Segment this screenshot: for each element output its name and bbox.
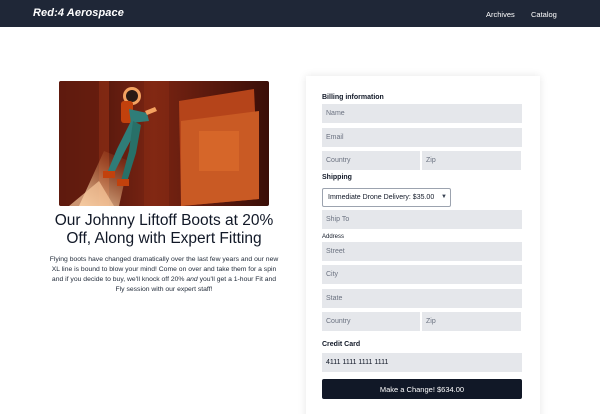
hero-illustration [59, 81, 269, 206]
state-input[interactable]: State [322, 289, 522, 308]
street-input[interactable]: Street [322, 242, 522, 261]
nav-catalog-link[interactable]: Catalog [531, 10, 557, 19]
shipping-select-value: Immediate Drone Delivery: $35.00 [328, 194, 435, 201]
hero-body-text: Flying boots have changed dramatically o… [48, 255, 280, 295]
brand-logo-text[interactable]: Red:4 Aerospace [33, 7, 124, 19]
shipping-label: Shipping [322, 174, 352, 181]
credit-card-label: Credit Card [322, 341, 361, 348]
hero-image [59, 81, 269, 206]
address-label: Address [322, 234, 345, 240]
credit-card-input[interactable]: 4111 1111 1111 1111 [322, 353, 522, 372]
nav-archives-link[interactable]: Archives [486, 10, 515, 19]
hero-title: Our Johnny Liftoff Boots at 20% Off, Alo… [54, 212, 274, 247]
name-input[interactable]: Name [322, 104, 522, 123]
submit-payment-button[interactable]: Make a Change! $634.00 [322, 379, 522, 399]
shipping-country-input[interactable]: Country [322, 312, 420, 331]
shipping-zip-input[interactable]: Zip [422, 312, 521, 331]
billing-country-input[interactable]: Country [322, 151, 420, 170]
city-input[interactable]: City [322, 265, 522, 284]
email-input[interactable]: Email [322, 128, 522, 147]
top-header: Red:4 Aerospace Archives Catalog [0, 0, 600, 27]
shipping-select[interactable]: Immediate Drone Delivery: $35.00 ▼ [322, 188, 451, 207]
ship-to-input[interactable]: Ship To [322, 210, 522, 229]
chevron-down-icon: ▼ [441, 194, 447, 200]
hero-body-emphasis: and [186, 276, 198, 283]
billing-info-label: Billing information [322, 94, 384, 101]
billing-zip-input[interactable]: Zip [422, 151, 521, 170]
